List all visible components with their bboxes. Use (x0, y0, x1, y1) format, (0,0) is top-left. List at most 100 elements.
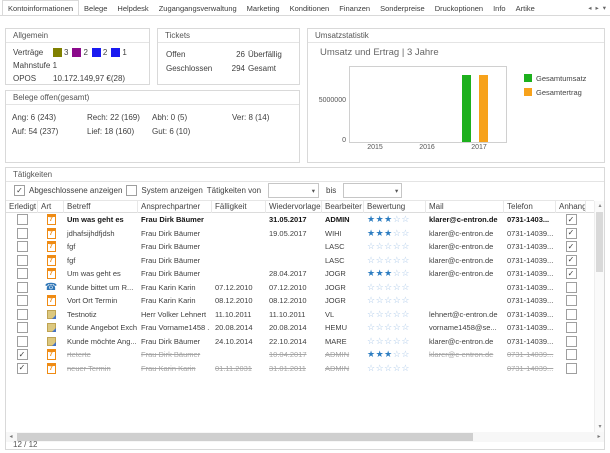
erledigt-cell (6, 254, 38, 268)
prev-tabs-icon[interactable]: ◂ (588, 4, 591, 12)
bewertung-cell[interactable]: ☆☆☆☆☆ (364, 321, 426, 335)
anhang-checkbox[interactable] (566, 282, 577, 293)
faelligkeit-cell: 01.11.2031 (212, 362, 266, 376)
tab-artike[interactable]: Artike (511, 1, 540, 15)
date-from-dropdown[interactable]: ▾ (268, 183, 319, 198)
activity-row[interactable]: TestnotizHerr Volker Lehnert11.10.201111… (6, 308, 594, 322)
anhang-checkbox[interactable]: ✓ (566, 241, 577, 252)
mail-cell: klarer@c-entron.de (426, 267, 504, 281)
anhang-checkbox[interactable]: ✓ (566, 255, 577, 266)
vertrag-item-0: 3 (53, 46, 68, 59)
erledigt-checkbox[interactable] (17, 309, 28, 320)
column-header-wiedervorlage[interactable]: Wiedervorlage (266, 201, 322, 213)
erledigt-checkbox[interactable] (17, 336, 28, 347)
anhang-checkbox[interactable]: ✓ (566, 228, 577, 239)
show-completed-checkbox[interactable]: ✓ (14, 185, 25, 196)
ansprechpartner-text: Frau Karin Karin (141, 364, 196, 373)
activity-row[interactable]: 7fgfFrau Dirk BäumerLASC☆☆☆☆☆klarer@c-en… (6, 240, 594, 254)
table-horizontal-scrollbar[interactable]: ◂ ▸ (6, 432, 604, 442)
wiedervorlage-text: 19.05.2017 (269, 229, 307, 238)
anhang-checkbox[interactable] (566, 295, 577, 306)
column-header-betreff[interactable]: Betreff (64, 201, 138, 213)
bewertung-cell[interactable]: ☆☆☆☆☆ (364, 240, 426, 254)
bewertung-cell[interactable]: ☆☆☆☆☆ (364, 281, 426, 295)
erledigt-checkbox[interactable] (17, 241, 28, 252)
ticket-stat-value-offen: 26 (219, 50, 245, 59)
anhang-checkbox[interactable] (566, 336, 577, 347)
column-header-erledigt[interactable]: Erledigt (6, 201, 38, 213)
anhang-checkbox[interactable] (566, 322, 577, 333)
anhang-checkbox[interactable] (566, 363, 577, 374)
activity-row[interactable]: 7jdhafsijhdfjdshFrau Dirk Bäumer19.05.20… (6, 227, 594, 241)
tab-druckoptionen[interactable]: Druckoptionen (430, 1, 488, 15)
tab-konditionen[interactable]: Konditionen (285, 1, 335, 15)
column-header-telefon[interactable]: Telefon (504, 201, 556, 213)
erledigt-checkbox[interactable] (17, 255, 28, 266)
activity-row[interactable]: 7fgfFrau Dirk BäumerLASC☆☆☆☆☆klarer@c-en… (6, 254, 594, 268)
panel-taetigkeiten: Tätigkeiten ✓ Abgeschlossene anzeigen Sy… (5, 167, 605, 450)
erledigt-checkbox[interactable] (17, 295, 28, 306)
tab-finanzen[interactable]: Finanzen (334, 1, 375, 15)
column-header-art[interactable]: Art (38, 201, 64, 213)
tab-helpdesk[interactable]: Helpdesk (112, 1, 153, 15)
tab-info[interactable]: Info (488, 1, 511, 15)
bewertung-cell[interactable]: ☆☆☆☆☆ (364, 254, 426, 268)
activity-row[interactable]: ✓7rteterteFrau Dirk Bäumer10.04.2017ADMI… (6, 348, 594, 362)
activity-row[interactable]: 7Um was geht esFrau Dirk Bäumer31.05.201… (6, 213, 594, 227)
erledigt-checkbox[interactable] (17, 214, 28, 225)
column-header-bewertung[interactable]: Bewertung (364, 201, 426, 213)
bewertung-cell[interactable]: ★★★☆☆ (364, 267, 426, 281)
telefon-text: 0731-14039... (507, 296, 553, 305)
horizontal-scroll-thumb[interactable] (17, 433, 473, 441)
bewertung-cell[interactable]: ★★★☆☆ (364, 227, 426, 241)
bewertung-cell[interactable]: ☆☆☆☆☆ (364, 335, 426, 349)
show-system-checkbox[interactable] (126, 185, 137, 196)
activity-row[interactable]: Kunde Angebot ExchFrau Vorname1458 .20.0… (6, 321, 594, 335)
erledigt-checkbox[interactable] (17, 282, 28, 293)
telefon-cell: 0731-14039... (504, 254, 556, 268)
bewertung-cell[interactable]: ★★★☆☆ (364, 348, 426, 362)
bewertung-cell[interactable]: ☆☆☆☆☆ (364, 308, 426, 322)
scroll-up-icon[interactable]: ▴ (595, 201, 605, 211)
vertical-scroll-thumb[interactable] (596, 212, 603, 272)
scroll-right-icon[interactable]: ▸ (594, 432, 604, 442)
bewertung-cell[interactable]: ☆☆☆☆☆ (364, 294, 426, 308)
bewertung-cell[interactable]: ★★★☆☆ (364, 213, 426, 227)
activity-row[interactable]: Kunde möchte Ang...Frau Dirk Bäumer24.10… (6, 335, 594, 349)
tab-marketing[interactable]: Marketing (242, 1, 285, 15)
betreff-text: rteterte (67, 350, 91, 359)
anhang-checkbox[interactable]: ✓ (566, 268, 577, 279)
tab-list-icon[interactable]: ▾ (603, 4, 606, 12)
column-header-bearbeiter[interactable]: Bearbeiter (322, 201, 364, 213)
activity-row[interactable]: 7Um was geht esFrau Dirk Bäumer28.04.201… (6, 267, 594, 281)
anhang-checkbox[interactable] (566, 309, 577, 320)
table-vertical-scrollbar[interactable]: ▴ ▾ (594, 201, 604, 432)
column-header-anhang[interactable]: Anhang (556, 201, 586, 213)
scroll-down-icon[interactable]: ▾ (595, 422, 605, 432)
date-to-dropdown[interactable]: ▾ (343, 183, 402, 198)
tab-belege[interactable]: Belege (79, 1, 112, 15)
column-header-f-lligkeit[interactable]: Fälligkeit (212, 201, 266, 213)
erledigt-checkbox[interactable] (17, 322, 28, 333)
activity-row[interactable]: ☎Kunde bittet um R...Frau Karin Karin07.… (6, 281, 594, 295)
belege-stat-gut: Gut: 6 (10) (152, 125, 232, 139)
panel-tickets-title: Tickets (158, 29, 299, 43)
anhang-checkbox[interactable] (566, 349, 577, 360)
note-icon (47, 323, 56, 332)
wiedervorlage-text: 20.08.2014 (269, 323, 307, 332)
activity-row[interactable]: 7Vort Ort TerminFrau Karin Karin08.12.20… (6, 294, 594, 308)
tab-sonderpreise[interactable]: Sonderpreise (375, 1, 430, 15)
erledigt-checkbox[interactable]: ✓ (17, 349, 28, 360)
ansprechpartner-cell: Herr Volker Lehnert (138, 308, 212, 322)
erledigt-checkbox[interactable] (17, 228, 28, 239)
tab-kontoinformationen[interactable]: Kontoinformationen (2, 0, 79, 15)
activity-row[interactable]: ✓7neuer TerminFrau Karin Karin01.11.2031… (6, 362, 594, 376)
column-header-ansprechpartner[interactable]: Ansprechpartner (138, 201, 212, 213)
erledigt-checkbox[interactable]: ✓ (17, 363, 28, 374)
column-header-mail[interactable]: Mail (426, 201, 504, 213)
tab-zugangangsverwaltung[interactable]: Zugangangsverwaltung (154, 1, 242, 15)
erledigt-checkbox[interactable] (17, 268, 28, 279)
anhang-checkbox[interactable]: ✓ (566, 214, 577, 225)
next-tabs-icon[interactable]: ▸ (595, 4, 598, 12)
bewertung-cell[interactable]: ☆☆☆☆☆ (364, 362, 426, 376)
